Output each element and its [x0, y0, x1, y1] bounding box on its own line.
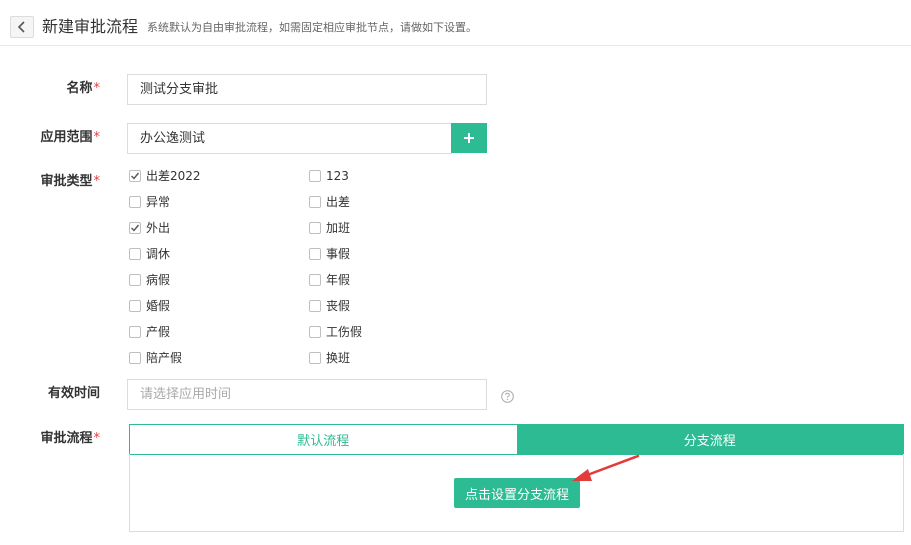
checkbox[interactable]: [129, 274, 141, 286]
check-icon: [131, 224, 140, 232]
type-option-label: 出差2022: [146, 169, 201, 183]
type-option[interactable]: 出差: [309, 194, 350, 210]
type-option[interactable]: 年假: [309, 272, 350, 288]
type-option[interactable]: 异常: [129, 194, 170, 210]
header-divider: [0, 45, 911, 46]
valid-time-label: 有效时间: [47, 386, 100, 401]
type-option[interactable]: 陪产假: [129, 350, 182, 366]
type-option-label: 丧假: [326, 299, 351, 313]
type-option-label: 病假: [146, 273, 171, 287]
checkbox[interactable]: [129, 196, 141, 208]
checkbox[interactable]: [309, 248, 321, 260]
chevron-left-icon: [17, 21, 25, 33]
checkbox[interactable]: [129, 326, 141, 338]
checkbox-checked[interactable]: [129, 170, 141, 182]
type-option[interactable]: 加班: [309, 220, 350, 236]
plus-icon: [464, 133, 474, 143]
type-option-label: 产假: [146, 325, 171, 339]
checkbox[interactable]: [309, 300, 321, 312]
type-option[interactable]: 工伤假: [309, 324, 362, 340]
add-scope-button[interactable]: [451, 123, 487, 153]
type-option[interactable]: 事假: [309, 246, 350, 262]
types-label: 审批类型*: [40, 174, 100, 189]
type-option[interactable]: 调休: [129, 246, 170, 262]
checkbox[interactable]: [309, 222, 321, 234]
back-button[interactable]: [10, 16, 34, 38]
type-option-label: 加班: [326, 221, 351, 235]
scope-label: 应用范围*: [40, 130, 100, 145]
checkbox[interactable]: [309, 274, 321, 286]
type-option-label: 异常: [146, 195, 171, 209]
setup-branch-flow-button[interactable]: 点击设置分支流程: [454, 478, 580, 508]
type-option-label: 外出: [146, 221, 171, 235]
check-icon: [131, 172, 140, 180]
name-label: 名称*: [66, 81, 100, 96]
tab-default-flow[interactable]: 默认流程: [130, 425, 517, 454]
checkbox[interactable]: [309, 196, 321, 208]
type-option[interactable]: 丧假: [309, 298, 350, 314]
flow-label: 审批流程*: [40, 431, 100, 446]
type-option-label: 工伤假: [326, 325, 363, 339]
type-option-label: 调休: [146, 247, 171, 261]
checkbox[interactable]: [309, 326, 321, 338]
type-option-label: 换班: [326, 351, 351, 365]
type-option-label: 出差: [326, 195, 351, 209]
type-option[interactable]: 病假: [129, 272, 170, 288]
checkbox[interactable]: [129, 352, 141, 364]
valid-time-input[interactable]: 请选择应用时间: [127, 379, 487, 410]
question-circle-icon[interactable]: [501, 390, 514, 403]
type-option[interactable]: 出差2022: [129, 168, 201, 184]
checkbox[interactable]: [309, 170, 321, 182]
checkbox-checked[interactable]: [129, 222, 141, 234]
type-option[interactable]: 换班: [309, 350, 350, 366]
scope-input[interactable]: 办公逸测试: [127, 123, 452, 154]
type-option[interactable]: 外出: [129, 220, 170, 236]
annotation-arrow-icon: [572, 454, 640, 481]
flow-tabs: 默认流程 分支流程: [129, 424, 904, 455]
name-input[interactable]: 测试分支审批: [127, 74, 487, 105]
checkbox[interactable]: [129, 300, 141, 312]
page-title: 新建审批流程: [42, 17, 139, 36]
type-option-label: 123: [326, 169, 349, 183]
type-option[interactable]: 产假: [129, 324, 170, 340]
checkbox[interactable]: [129, 248, 141, 260]
type-option-label: 陪产假: [146, 351, 183, 365]
type-option-label: 事假: [326, 247, 351, 261]
type-option[interactable]: 123: [309, 168, 349, 184]
page-description: 系统默认为自由审批流程，如需固定相应审批节点，请做如下设置。: [147, 21, 477, 34]
type-option-label: 婚假: [146, 299, 171, 313]
type-option[interactable]: 婚假: [129, 298, 170, 314]
type-option-label: 年假: [326, 273, 351, 287]
checkbox[interactable]: [309, 352, 321, 364]
